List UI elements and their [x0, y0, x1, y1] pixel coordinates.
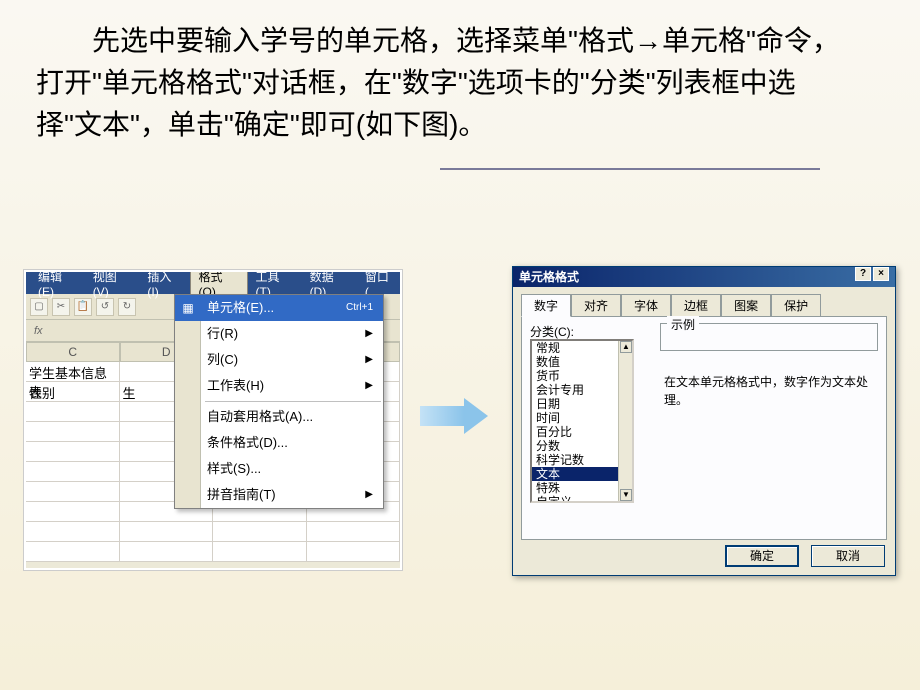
category-option[interactable]: 百分比	[532, 425, 632, 439]
cells-icon: ▦	[178, 298, 198, 318]
scrollbar[interactable]: ▲ ▼	[618, 341, 632, 501]
toolbar-icon[interactable]: ✂	[52, 298, 70, 316]
category-option[interactable]: 会计专用	[532, 383, 632, 397]
menu-item-label: 自动套用格式(A)...	[207, 408, 313, 426]
toolbar-icon[interactable]: ↺	[96, 298, 114, 316]
help-button[interactable]: ?	[855, 267, 871, 281]
sample-label: 示例	[667, 316, 699, 333]
sample-box: 示例	[660, 323, 878, 351]
menu-item[interactable]: 列(C) ▶	[175, 347, 383, 373]
category-option[interactable]: 科学记数	[532, 453, 632, 467]
menu-accel: Ctrl+1	[346, 299, 373, 317]
tab-数字[interactable]: 数字	[521, 294, 571, 317]
menu-item[interactable]: 编辑(E)	[30, 270, 85, 301]
tab-保护[interactable]: 保护	[771, 294, 821, 317]
arrow-icon	[420, 398, 490, 434]
number-tab-panel: 分类(C): 常规数值货币会计专用日期时间百分比分数科学记数文本特殊自定义 ▲ …	[521, 316, 887, 540]
category-option[interactable]: 日期	[532, 397, 632, 411]
menu-item-label: 单元格(E)...	[207, 299, 274, 317]
submenu-arrow-icon: ▶	[365, 486, 373, 504]
dialog-tabs: 数字对齐字体边框图案保护	[521, 293, 887, 316]
toolbar-icon[interactable]: ▢	[30, 298, 48, 316]
close-button[interactable]: ×	[873, 267, 889, 281]
menu-item-label: 样式(S)...	[207, 460, 261, 478]
tab-字体[interactable]: 字体	[621, 294, 671, 317]
menu-item[interactable]: ▦ 单元格(E)... Ctrl+1	[175, 295, 383, 321]
menu-item[interactable]: 条件格式(D)...	[175, 430, 383, 456]
cancel-button[interactable]: 取消	[811, 545, 885, 567]
category-description: 在文本单元格格式中，数字作为文本处理。	[664, 373, 878, 409]
menu-bar: 编辑(E)视图(V)插入(I)格式(O)工具(T)数据(D)窗口(	[26, 272, 400, 294]
tab-边框[interactable]: 边框	[671, 294, 721, 317]
submenu-arrow-icon: ▶	[365, 351, 373, 369]
menu-item[interactable]: 样式(S)...	[175, 456, 383, 482]
decorative-underline	[440, 168, 820, 170]
menu-item[interactable]: 工作表(H) ▶	[175, 373, 383, 399]
menu-item[interactable]: 视图(V)	[85, 270, 140, 301]
dialog-body: 数字对齐字体边框图案保护 分类(C): 常规数值货币会计专用日期时间百分比分数科…	[513, 287, 895, 575]
category-option[interactable]: 分数	[532, 439, 632, 453]
menu-separator	[205, 401, 381, 402]
category-option[interactable]: 数值	[532, 355, 632, 369]
category-option[interactable]: 常规	[532, 341, 632, 355]
category-listbox[interactable]: 常规数值货币会计专用日期时间百分比分数科学记数文本特殊自定义 ▲ ▼	[530, 339, 634, 503]
menu-item[interactable]: 自动套用格式(A)...	[175, 404, 383, 430]
category-option[interactable]: 时间	[532, 411, 632, 425]
menu-item-label: 列(C)	[207, 351, 238, 369]
category-option[interactable]: 文本	[532, 467, 632, 481]
dialog-titlebar: 单元格格式 ? ×	[513, 267, 895, 287]
menu-item[interactable]: 拼音指南(T) ▶	[175, 482, 383, 508]
menu-item-label: 行(R)	[207, 325, 238, 343]
format-cells-dialog: 单元格格式 ? × 数字对齐字体边框图案保护 分类(C): 常规数值货币会计专用…	[512, 266, 896, 576]
excel-screenshot: 编辑(E)视图(V)插入(I)格式(O)工具(T)数据(D)窗口( ▢ ✂ 📋 …	[24, 270, 402, 570]
menu-item-label: 条件格式(D)...	[207, 434, 288, 452]
tab-图案[interactable]: 图案	[721, 294, 771, 317]
scroll-up-button[interactable]: ▲	[620, 341, 632, 353]
cell[interactable]: 学生基本信息表	[26, 362, 120, 381]
format-menu-dropdown: ▦ 单元格(E)... Ctrl+1 行(R) ▶ 列(C) ▶ 工作表(H) ▶ 自动套用格式(…	[174, 294, 384, 509]
toolbar-icon[interactable]: ↻	[118, 298, 136, 316]
dialog-button-row: 确定 取消	[725, 545, 885, 567]
menu-item-label: 工作表(H)	[207, 377, 264, 395]
scroll-down-button[interactable]: ▼	[620, 489, 632, 501]
dialog-title-text: 单元格格式	[519, 267, 579, 287]
menu-item[interactable]: 行(R) ▶	[175, 321, 383, 347]
category-option[interactable]: 自定义	[532, 495, 632, 503]
submenu-arrow-icon: ▶	[365, 325, 373, 343]
submenu-arrow-icon: ▶	[365, 377, 373, 395]
category-option[interactable]: 货币	[532, 369, 632, 383]
tab-对齐[interactable]: 对齐	[571, 294, 621, 317]
toolbar-icon[interactable]: 📋	[74, 298, 92, 316]
cell[interactable]: 性别	[26, 382, 120, 401]
ok-button[interactable]: 确定	[725, 545, 799, 567]
menu-item-label: 拼音指南(T)	[207, 486, 276, 504]
category-option[interactable]: 特殊	[532, 481, 632, 495]
instruction-text: 先选中要输入学号的单元格，选择菜单"格式→单元格"命令，打开"单元格格式"对话框…	[36, 20, 856, 146]
column-header[interactable]: C	[26, 342, 120, 362]
fx-label: fx	[26, 325, 51, 337]
